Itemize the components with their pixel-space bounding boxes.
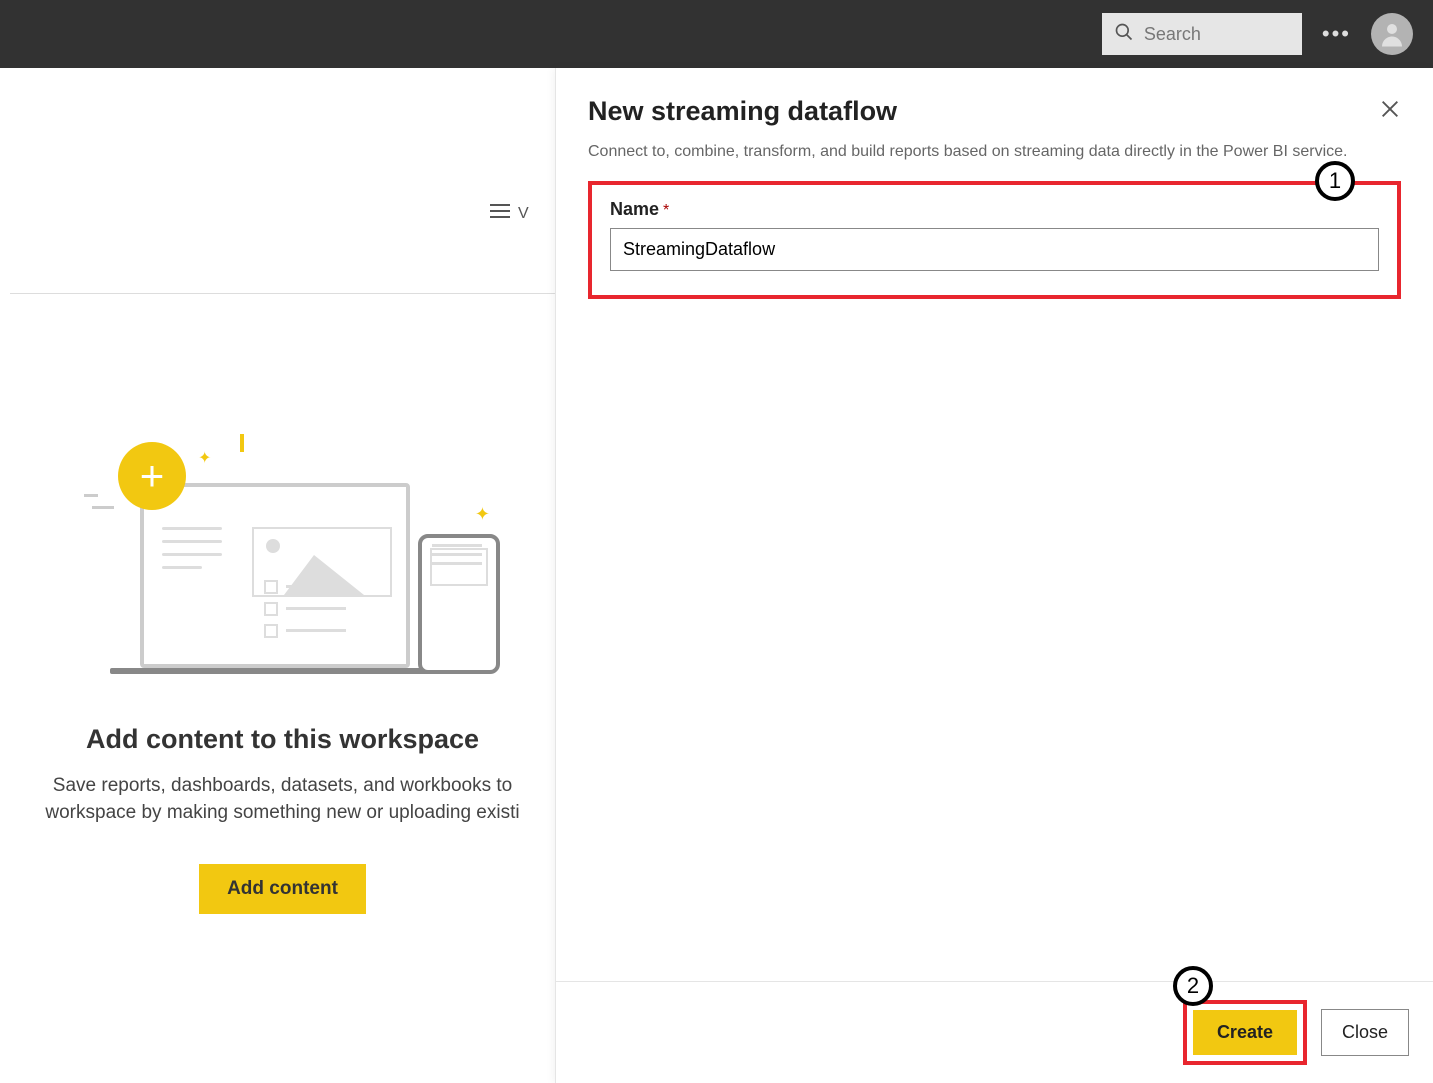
plus-icon: + — [118, 442, 186, 510]
search-input[interactable] — [1144, 24, 1290, 45]
name-field-highlight: 1 Name* — [588, 181, 1401, 299]
empty-workspace-card: ✦ + ✦ Add content to this workspace Save… — [10, 293, 555, 914]
view-toggle-label: V — [518, 205, 529, 223]
close-button[interactable]: Close — [1321, 1009, 1409, 1056]
create-button[interactable]: Create — [1193, 1010, 1297, 1055]
name-field-label: Name* — [610, 199, 1379, 220]
more-options-icon[interactable]: ••• — [1322, 21, 1351, 47]
user-avatar[interactable] — [1371, 13, 1413, 55]
name-input[interactable] — [610, 228, 1379, 271]
close-icon[interactable] — [1379, 98, 1403, 122]
panel-footer: 2 Create Close — [556, 981, 1433, 1083]
empty-workspace-description: Save reports, dashboards, datasets, and … — [10, 773, 555, 826]
search-box[interactable] — [1102, 13, 1302, 55]
callout-badge-2: 2 — [1173, 966, 1213, 1006]
required-indicator: * — [663, 202, 669, 219]
hamburger-icon — [490, 203, 510, 224]
create-button-highlight: 2 Create — [1183, 1000, 1307, 1065]
panel-title: New streaming dataflow — [588, 96, 1401, 127]
view-toggle[interactable]: V — [490, 203, 529, 224]
name-label-text: Name — [610, 199, 659, 219]
search-icon — [1114, 22, 1134, 47]
add-content-button[interactable]: Add content — [199, 864, 366, 914]
new-streaming-dataflow-panel: New streaming dataflow Connect to, combi… — [555, 68, 1433, 1083]
workspace-illustration: ✦ + ✦ — [110, 434, 500, 674]
callout-badge-1: 1 — [1315, 161, 1355, 201]
empty-workspace-title: Add content to this workspace — [10, 724, 555, 755]
app-header: ••• — [0, 0, 1433, 68]
panel-description: Connect to, combine, transform, and buil… — [588, 141, 1368, 163]
